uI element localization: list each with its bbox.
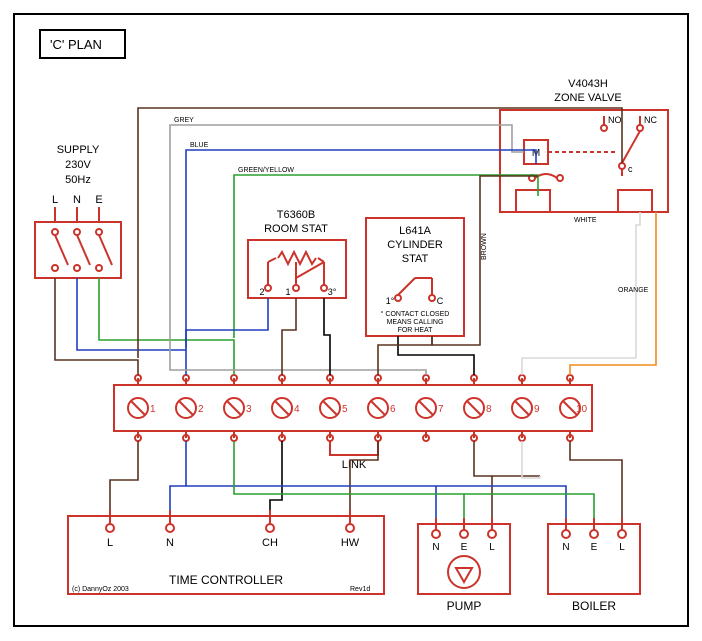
tc-CH: CH: [262, 537, 278, 549]
pump-block: N E L PUMP: [418, 518, 510, 613]
roomstat-pin1: 1: [285, 287, 290, 297]
cylstat-model: L641A: [399, 225, 431, 237]
cylstat-note1: ° CONTACT CLOSED: [381, 310, 450, 318]
zv-NO: NO: [608, 115, 622, 125]
cylstat-name2: STAT: [402, 253, 429, 265]
supply-L: L: [52, 194, 58, 206]
cylstat-note2: MEANS CALLING: [387, 319, 444, 326]
term5: 5: [342, 404, 348, 415]
cylstat-pin1: 1°: [386, 296, 395, 306]
pump-name: PUMP: [447, 599, 482, 613]
pump-N: N: [432, 542, 439, 553]
rev-text: Rev1d: [350, 586, 370, 593]
term7: 7: [438, 404, 444, 415]
roomstat-pin2: 2: [259, 287, 264, 297]
wirelabel-brown: BROWN: [481, 233, 488, 260]
supply-voltage: 230V: [65, 159, 91, 171]
boiler-L: L: [619, 542, 625, 553]
wiring-diagram: 'C' PLAN SUPPLY 230V 50Hz L N E T6360B R…: [0, 0, 702, 641]
supply-E: E: [95, 194, 102, 206]
roomstat-pin3: 3°: [328, 287, 337, 297]
term8: 8: [486, 404, 492, 415]
copyright-text: (c) DannyOz 2003: [72, 586, 129, 593]
term2: 2: [198, 404, 204, 415]
title-text: 'C' PLAN: [50, 37, 102, 52]
term10: 10: [576, 404, 588, 415]
cylstat-pinC: C: [437, 296, 444, 306]
tc-name: TIME CONTROLLER: [169, 573, 283, 587]
boiler-N: N: [562, 542, 569, 553]
wirelabel-orange: ORANGE: [618, 287, 649, 294]
supply-block: SUPPLY 230V 50Hz L N E: [35, 144, 121, 278]
term4: 4: [294, 404, 300, 415]
cylstat-note3: FOR HEAT: [398, 327, 434, 334]
tc-L: L: [107, 537, 113, 549]
wirelabel-blue: BLUE: [190, 142, 209, 149]
cylinder-stat-block: L641A CYLINDER STAT 1° C ° CONTACT CLOSE…: [366, 218, 464, 336]
zv-NC: NC: [644, 115, 657, 125]
boiler-E: E: [591, 542, 598, 553]
time-controller-block: L N CH HW TIME CONTROLLER: [68, 510, 384, 594]
supply-freq: 50Hz: [65, 174, 91, 186]
roomstat-model: T6360B: [277, 209, 316, 221]
term6: 6: [390, 404, 396, 415]
zv-name: ZONE VALVE: [554, 92, 621, 104]
zv-c: c: [628, 164, 633, 174]
wirelabel-white: WHITE: [574, 217, 597, 224]
term3: 3: [246, 404, 252, 415]
roomstat-name: ROOM STAT: [264, 223, 328, 235]
tc-N: N: [166, 537, 174, 549]
wirelabel-grey: GREY: [174, 117, 194, 124]
supply-N: N: [73, 194, 81, 206]
pump-E: E: [461, 542, 468, 553]
boiler-block: N E L BOILER: [548, 518, 640, 613]
zone-valve-block: V4043H ZONE VALVE M NO NC c: [500, 78, 668, 212]
boiler-name: BOILER: [572, 599, 616, 613]
term1: 1: [150, 404, 156, 415]
zv-model: V4043H: [568, 78, 608, 90]
supply-title: SUPPLY: [57, 144, 100, 156]
cylstat-name1: CYLINDER: [387, 239, 443, 251]
room-stat-block: T6360B ROOM STAT 2 1 3°: [248, 209, 346, 298]
pump-L: L: [489, 542, 495, 553]
outer-frame: [14, 14, 688, 626]
tc-HW: HW: [341, 537, 360, 549]
term9: 9: [534, 404, 540, 415]
wirelabel-gy: GREEN/YELLOW: [238, 167, 294, 174]
